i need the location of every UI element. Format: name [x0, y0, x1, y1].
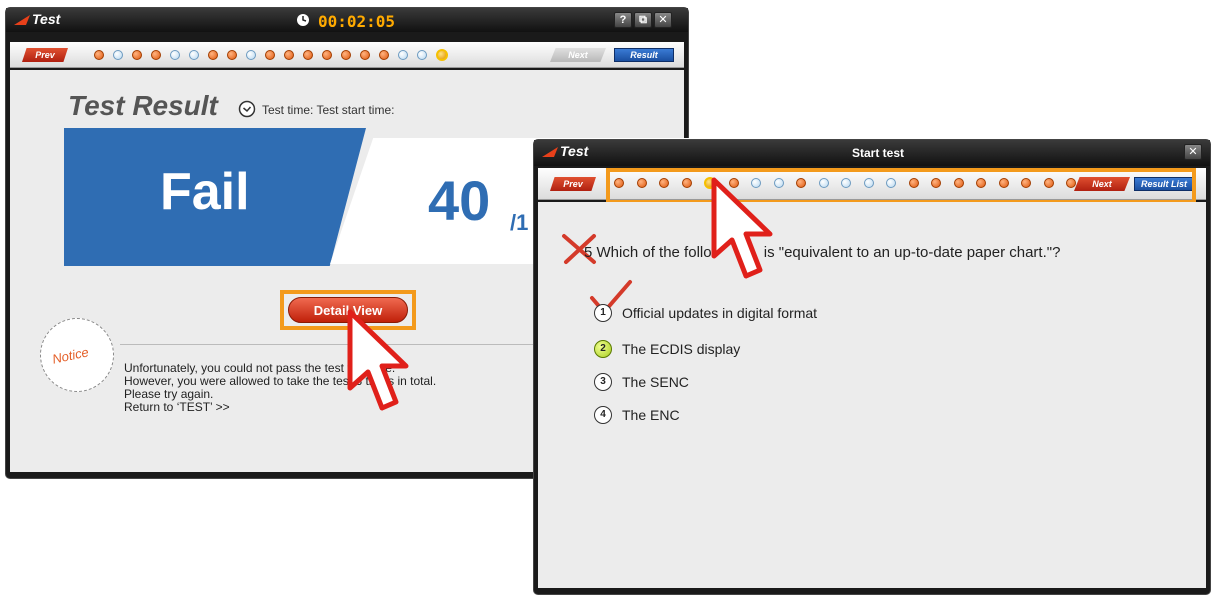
option-2[interactable]: 2 The ECDIS display	[594, 340, 740, 358]
option-number: 1	[594, 304, 612, 322]
clock-icon	[297, 14, 309, 26]
question-dot-3[interactable]	[132, 50, 142, 60]
result-button[interactable]: Result	[614, 48, 674, 62]
question-dot-2[interactable]	[113, 50, 123, 60]
option-text: Official updates in digital format	[622, 305, 818, 321]
title-bar: Test Start test ✕	[534, 140, 1210, 166]
question-dot-5[interactable]	[170, 50, 180, 60]
close-button[interactable]: ✕	[654, 12, 672, 28]
option-4[interactable]: 4 The ENC	[594, 406, 680, 424]
option-1[interactable]: 1 Official updates in digital format	[594, 304, 817, 322]
restore-button[interactable]: ⧉	[634, 12, 652, 28]
question-dot-16[interactable]	[379, 50, 389, 60]
question-nav-highlight	[606, 168, 1196, 204]
question-dot-8[interactable]	[227, 50, 237, 60]
score-value: 40	[428, 169, 491, 232]
score-suffix: /1	[510, 210, 529, 235]
question-dot-18[interactable]	[417, 50, 427, 60]
question-dot-1[interactable]	[94, 50, 104, 60]
close-button[interactable]: ✕	[1184, 144, 1202, 160]
prev-button[interactable]: Prev	[22, 48, 68, 62]
option-text: The SENC	[622, 374, 689, 390]
question-nav-bar: Prev Next Result	[10, 42, 684, 68]
question-text: 5 Which of the follo is "equivalent to a…	[584, 244, 1060, 261]
app-logo-icon	[542, 147, 558, 157]
question-dots	[94, 49, 448, 61]
app-title: Test	[560, 143, 589, 159]
next-button[interactable]: Next	[550, 48, 606, 62]
app-title: Test	[32, 11, 61, 27]
option-text: The ECDIS display	[622, 341, 741, 357]
question-dot-13[interactable]	[322, 50, 332, 60]
option-number: 4	[594, 406, 612, 424]
option-text: The ENC	[622, 407, 680, 423]
cursor-arrow-icon	[711, 177, 773, 279]
question-suffix: is "equivalent to an up-to-date paper ch…	[759, 244, 1061, 261]
result-heading: Test Result	[68, 90, 218, 121]
question-dot-7[interactable]	[208, 50, 218, 60]
question-prefix: Which of the follo	[596, 244, 712, 261]
question-content: 5 Which of the follo is "equivalent to a…	[538, 202, 1206, 588]
question-dot-14[interactable]	[341, 50, 351, 60]
help-button[interactable]: ?	[614, 12, 632, 28]
question-dot-15[interactable]	[360, 50, 370, 60]
option-number: 3	[594, 373, 612, 391]
question-dot-9[interactable]	[246, 50, 256, 60]
test-time-label: Test time: Test start time:	[262, 103, 395, 117]
question-dot-17[interactable]	[398, 50, 408, 60]
fail-status: Fail	[160, 163, 250, 221]
prev-button[interactable]: Prev	[550, 177, 596, 191]
question-number: 5	[584, 244, 593, 261]
question-dot-19[interactable]	[436, 49, 448, 61]
app-logo-icon	[14, 15, 30, 25]
timer: 00:02:05	[318, 12, 396, 31]
clock-icon	[238, 100, 256, 118]
window-caption: Start test	[852, 146, 905, 160]
cursor-arrow-icon	[347, 309, 409, 411]
question-dot-10[interactable]	[265, 50, 275, 60]
question-dot-12[interactable]	[303, 50, 313, 60]
option-3[interactable]: 3 The SENC	[594, 373, 689, 391]
question-dot-6[interactable]	[189, 50, 199, 60]
title-bar: Test 00:02:05 ? ⧉ ✕	[6, 8, 688, 32]
question-dot-11[interactable]	[284, 50, 294, 60]
option-number: 2	[594, 340, 612, 358]
question-dot-4[interactable]	[151, 50, 161, 60]
start-test-window: Test Start test ✕ Prev Next Result List …	[534, 140, 1210, 594]
